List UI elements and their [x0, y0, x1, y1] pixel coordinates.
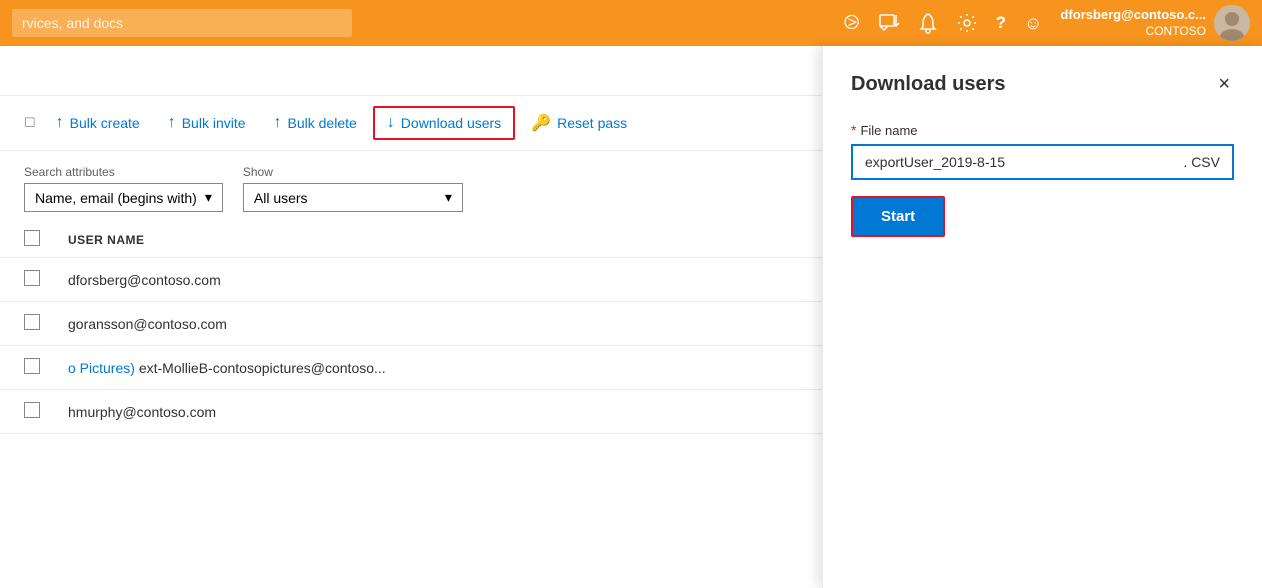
- file-name-label: * File name: [851, 122, 1234, 138]
- user-name: dforsberg@contoso.c...: [1060, 7, 1206, 24]
- bell-icon[interactable]: [918, 12, 938, 34]
- panel-header: Download users ×: [851, 70, 1234, 98]
- panel-title: Download users: [851, 73, 1005, 96]
- key-icon: 🔑: [531, 113, 551, 133]
- topbar: ⧁ ? ☺ dforsberg@contoso.c... CONTOSO: [0, 0, 1262, 46]
- avatar: [1214, 5, 1250, 41]
- bulk-invite-icon: ↑: [168, 114, 176, 132]
- bulk-create-icon: ↑: [56, 114, 64, 132]
- required-star: *: [851, 122, 856, 138]
- select-all-icon: ☐: [24, 115, 36, 131]
- start-button[interactable]: Start: [851, 196, 945, 237]
- row-checkbox[interactable]: [0, 390, 44, 434]
- download-icon: ↓: [387, 114, 395, 132]
- help-icon[interactable]: ?: [996, 13, 1006, 33]
- topbar-icons: ⧁ ? ☺ dforsberg@contoso.c... CONTOSO: [844, 5, 1250, 41]
- settings-icon[interactable]: [956, 12, 978, 34]
- show-dropdown[interactable]: All users ▾: [243, 183, 463, 212]
- file-name-row: . CSV: [851, 144, 1234, 180]
- row-checkbox[interactable]: [0, 258, 44, 302]
- table-select-all[interactable]: [0, 222, 44, 258]
- user-org: CONTOSO: [1060, 24, 1206, 40]
- download-users-panel: Download users × * File name . CSV Start: [822, 46, 1262, 588]
- show-filter: Show All users ▾: [243, 165, 463, 212]
- bulk-delete-icon: ↑: [274, 114, 282, 132]
- row-checkbox[interactable]: [0, 346, 44, 390]
- truncated-link[interactable]: o Pictures): [68, 360, 135, 376]
- close-button[interactable]: ×: [1214, 70, 1234, 98]
- row-checkbox[interactable]: [0, 302, 44, 346]
- show-label: Show: [243, 165, 463, 179]
- chevron-down-icon-2: ▾: [445, 189, 452, 206]
- feedback-icon[interactable]: [878, 12, 900, 34]
- search-attributes-filter: Search attributes Name, email (begins wi…: [24, 165, 223, 212]
- search-attributes-label: Search attributes: [24, 165, 223, 179]
- chevron-down-icon: ▾: [205, 189, 212, 206]
- file-name-input[interactable]: [853, 146, 1171, 178]
- search-input[interactable]: [12, 9, 352, 37]
- bulk-invite-button[interactable]: ↑ Bulk invite: [156, 108, 258, 138]
- search-attributes-dropdown[interactable]: Name, email (begins with) ▾: [24, 183, 223, 212]
- terminal-icon[interactable]: ⧁: [844, 12, 860, 35]
- user-menu[interactable]: dforsberg@contoso.c... CONTOSO: [1060, 5, 1250, 41]
- username-truncated: ext-MollieB-contosopictures@contoso...: [139, 360, 386, 376]
- file-extension: . CSV: [1171, 146, 1232, 178]
- download-users-button[interactable]: ↓ Download users: [373, 106, 515, 140]
- bulk-create-button[interactable]: ↑ Bulk create: [44, 108, 152, 138]
- main-layout: ☐ ↑ Bulk create ↑ Bulk invite ↑ Bulk del…: [0, 46, 1262, 588]
- bulk-delete-button[interactable]: ↑ Bulk delete: [262, 108, 369, 138]
- reset-password-button[interactable]: 🔑 Reset pass: [519, 107, 639, 139]
- smiley-icon[interactable]: ☺: [1024, 13, 1042, 34]
